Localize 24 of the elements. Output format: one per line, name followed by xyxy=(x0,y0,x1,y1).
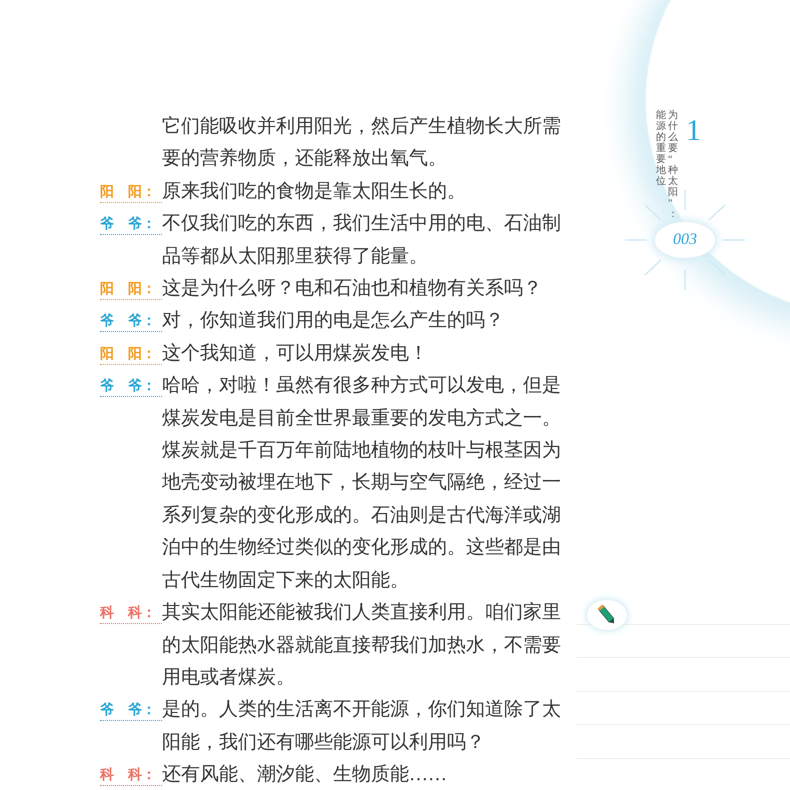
speaker-label: 爷 爷： xyxy=(100,311,162,332)
speaker-label: 阳 阳： xyxy=(100,344,162,365)
dialogue-text: 是的。人类的生活离不开能源，你们知道除了太阳能，我们还有哪些能源可以利用吗？ xyxy=(162,698,562,755)
speaker-label: 阳 阳： xyxy=(100,279,162,300)
dialogue-text: 原来我们吃的食物是靠太阳生长的。 xyxy=(162,180,467,204)
dialogue-text: 这个我知道，可以用煤炭发电！ xyxy=(162,342,429,366)
chapter-title: 为什么要“种太阳”： xyxy=(668,110,678,220)
pencil-icon xyxy=(598,604,616,626)
speaker-label: 阳 阳： xyxy=(100,182,162,203)
dialogue-text: 它们能吸收并利用阳光，然后产生植物长大所需要的营养物质，还能释放出氧气。 xyxy=(162,115,562,172)
chapter-subtitle: 能源的重要地位 xyxy=(656,110,666,187)
chapter-number: 1 xyxy=(686,116,701,146)
dialogue-text: 这是为什么呀？电和石油也和植物有关系吗？ xyxy=(162,277,543,302)
speaker-label: 爷 爷： xyxy=(100,700,162,722)
dialogue-text: 不仅我们吃的东西，我们生活中用的电、石油制品等都从太阳那里获得了能量。 xyxy=(162,212,562,269)
speaker-label: 爷 爷： xyxy=(100,214,162,236)
page-number: 003 xyxy=(655,222,715,258)
dialogue-text: 还有风能、潮汐能、生物质能…… xyxy=(162,763,448,788)
dialogue-text: 对，你知道我们用的电是怎么产生的吗？ xyxy=(162,309,505,334)
dialogue-text: 哈哈，对啦！虽然有很多种方式可以发电，但是煤炭发电是目前全世界最重要的发电方式之一。煤炭就是千百万年前陆地植物的枝叶与根茎因为地壳变动被埋在地下，长期与空气隔绝，经过一系列复杂的变化形成的。石油则是古代海洋或湖泊中的生物经过类似的变化形成的。这些都是由古代生物固定下来的太阳能。 xyxy=(162,374,562,593)
speaker-label: 科 科： xyxy=(100,603,162,624)
speaker-label: 科 科： xyxy=(100,765,162,786)
speaker-label: 爷 爷： xyxy=(100,376,162,398)
dialogue-text: 其实太阳能还能被我们人类直接利用。咱们家里的太阳能热水器就能直接帮我们加热水，不需要用电或者煤炭。 xyxy=(162,601,562,690)
